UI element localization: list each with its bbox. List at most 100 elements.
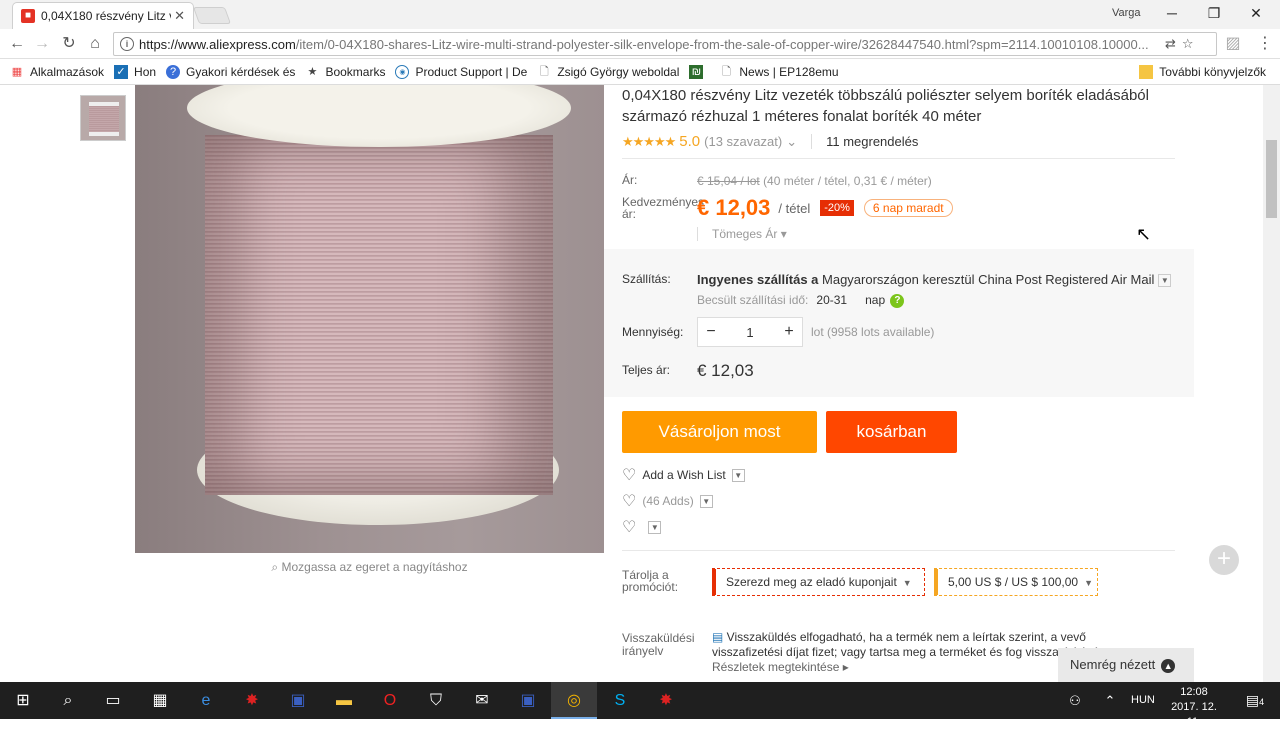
forward-button[interactable]: → (31, 33, 53, 55)
discount-badge: -20% (820, 200, 854, 216)
aliexpress-favicon-icon: ■ (21, 9, 35, 23)
bookmark-news[interactable]: 🗋 News | EP128emu (719, 65, 839, 79)
bulk-price-link[interactable]: Tömeges Ár ▾ (697, 227, 787, 241)
total-price: € 12,03 (697, 361, 754, 380)
menu-icon[interactable]: ⋮ (1254, 33, 1276, 55)
tray-up-icon[interactable]: ⌃ (1087, 682, 1133, 719)
scrollbar-thumb[interactable] (1266, 140, 1277, 218)
chevron-down-icon[interactable]: ▼ (648, 520, 662, 534)
bookmark-bookmarks[interactable]: ★ Bookmarks (305, 65, 386, 79)
app-red-icon[interactable]: ✸ (229, 682, 275, 719)
help-icon[interactable]: ? (890, 293, 905, 308)
chevron-down-icon[interactable]: ⌄ (786, 134, 797, 150)
page-content: ⌕ Mozgassa az egeret a nagyításhoz 0,04X… (0, 85, 1280, 682)
minimize-button[interactable]: ─ (1157, 4, 1187, 24)
bookmark-star-icon[interactable]: ☆ (1182, 36, 1194, 52)
mail-icon[interactable]: ✉ (459, 682, 505, 719)
scrollbar[interactable] (1263, 85, 1280, 682)
price-label: Ár: (622, 173, 638, 187)
hon-icon: ✓ (114, 65, 129, 79)
bookmark-zsigo[interactable]: 🗋 Zsigó György weboldal (537, 65, 680, 79)
address-bar[interactable]: i https://www.aliexpress.com/item/0-04X1… (113, 32, 1217, 56)
total-label: Teljes ár: (622, 363, 671, 377)
zoom-hint: ⌕ Mozgassa az egeret a nagyításhoz (271, 560, 468, 574)
opera-icon[interactable]: O (367, 682, 413, 719)
floppy-icon[interactable]: ▣ (275, 682, 321, 719)
profile-name[interactable]: Varga (1112, 7, 1141, 19)
order-count: 11 megrendelés (811, 134, 918, 149)
new-tab-button[interactable] (192, 7, 232, 24)
bookmark-product-support[interactable]: ◉ Product Support | De (395, 65, 527, 79)
bookmark-apps[interactable]: ▦ Alkalmazások (10, 65, 104, 79)
chrome-icon[interactable]: ◎ (551, 682, 597, 719)
restore-button[interactable]: ❐ (1199, 4, 1229, 24)
bookmark-faq[interactable]: ? Gyakori kérdések és (166, 65, 295, 79)
return-details-link[interactable]: Részletek megtekintése ▸ (712, 660, 849, 674)
reload-button[interactable]: ↻ (58, 33, 80, 55)
add-to-cart-button[interactable]: kosárban (826, 411, 957, 453)
days-left-badge: 6 nap maradt (863, 199, 953, 217)
store-icon[interactable]: ⛉ (413, 682, 459, 719)
notifications-icon[interactable]: ▤4 (1232, 682, 1278, 719)
quantity-stepper[interactable]: − 1 + (697, 317, 803, 347)
wish-list-row[interactable]: ♡ Add a Wish List ▼ (622, 465, 745, 485)
chevron-down-icon[interactable]: ▼ (731, 468, 745, 482)
chevron-up-icon: ▲ (1161, 659, 1176, 673)
chevron-down-icon[interactable]: ▼ (1158, 274, 1172, 288)
star-icon: ★ (307, 66, 318, 78)
page-icon: 🗋 (721, 66, 731, 78)
buy-now-button[interactable]: Vásároljon most (622, 411, 817, 453)
product-image[interactable] (135, 85, 604, 553)
search-icon[interactable]: ⌕ (45, 682, 91, 719)
browser-toolbar: ← → ↻ ⌂ i https://www.aliexpress.com/ite… (0, 29, 1280, 59)
tab-active[interactable]: ■ 0,04X180 részvény Litz ve ✕ (12, 2, 194, 29)
translate-icon[interactable]: ⇄ (1165, 36, 1176, 52)
clock[interactable]: 12:08 2017. 12. 11. (1164, 685, 1224, 730)
taskbar: ⊞ ⌕ ▭ ▦ e ✸ ▣ ▬ O ⛉ ✉ ▣ ◎ S ✸ ⚇ ⌃ HUN 12… (0, 682, 1280, 728)
decrease-button[interactable]: − (698, 323, 724, 341)
start-button[interactable]: ⊞ (0, 682, 46, 719)
heart-plus-icon: ♡ (622, 493, 637, 510)
increase-button[interactable]: + (776, 323, 802, 341)
skype-icon[interactable]: S (597, 682, 643, 719)
back-button[interactable]: ← (6, 33, 28, 55)
bookmark-more[interactable]: További könyvjelzők (1139, 65, 1266, 79)
lots-available: lot (9958 lots available) (811, 325, 935, 339)
add-floating-button[interactable]: + (1209, 545, 1239, 575)
site-info-icon[interactable]: i (120, 37, 134, 51)
rating-votes[interactable]: (13 szavazat) (704, 134, 782, 149)
heart-plus-icon: ♡ (622, 467, 637, 484)
adds-row[interactable]: ♡ (46 Adds) ▼ (622, 491, 713, 511)
file-explorer-icon[interactable]: ▬ (321, 682, 367, 719)
divider (622, 550, 1175, 551)
close-window-button[interactable]: ✕ (1241, 4, 1271, 24)
bookmark-plain[interactable]: ₪ (689, 65, 709, 79)
calculator-icon[interactable]: ▦ (137, 682, 183, 719)
caret-down-icon: ▼ (1084, 578, 1094, 588)
edge-icon[interactable]: e (183, 682, 229, 719)
extension-icon[interactable]: ▨ (1222, 33, 1244, 55)
divider (622, 158, 1175, 159)
app-red-icon[interactable]: ✸ (643, 682, 689, 719)
return-policy-text: ▤ Visszaküldés elfogadható, ha a termék … (712, 630, 1106, 674)
bookmark-hon[interactable]: ✓ Hon (114, 65, 156, 79)
floppy-icon[interactable]: ▣ (505, 682, 551, 719)
old-price: € 15,04 / lot (40 méter / tétel, 0,31 € … (697, 174, 932, 188)
shipping-method[interactable]: Ingyenes szállítás a Magyarországon kere… (697, 272, 1172, 288)
chevron-down-icon[interactable]: ▼ (699, 494, 713, 508)
quantity-input[interactable]: 1 (724, 325, 776, 340)
input-language[interactable]: HUN (1131, 694, 1155, 706)
task-view-icon[interactable]: ▭ (90, 682, 136, 719)
recently-viewed-button[interactable]: Nemrég nézett ▲ (1058, 648, 1194, 682)
seller-coupon-dropdown[interactable]: Szerezd meg az eladó kuponjait ▼ (712, 568, 925, 596)
folder-icon (1139, 65, 1154, 79)
home-button[interactable]: ⌂ (84, 33, 106, 55)
rating-row: ★★★★★ 5.0 (13 szavazat) ⌄ 11 megrendelés (622, 133, 918, 150)
coupon-value-dropdown[interactable]: 5,00 US $ / US $ 100,00 ▼ (934, 568, 1098, 596)
wish-extra-row[interactable]: ♡ ▼ (622, 517, 662, 537)
support-icon: ◉ (395, 65, 410, 79)
faq-icon: ? (166, 65, 181, 79)
product-thumbnail[interactable] (80, 95, 126, 141)
close-tab-icon[interactable]: ✕ (174, 8, 185, 24)
tab-bar: ■ 0,04X180 részvény Litz ve ✕ Varga ─ ❐ … (0, 0, 1280, 29)
